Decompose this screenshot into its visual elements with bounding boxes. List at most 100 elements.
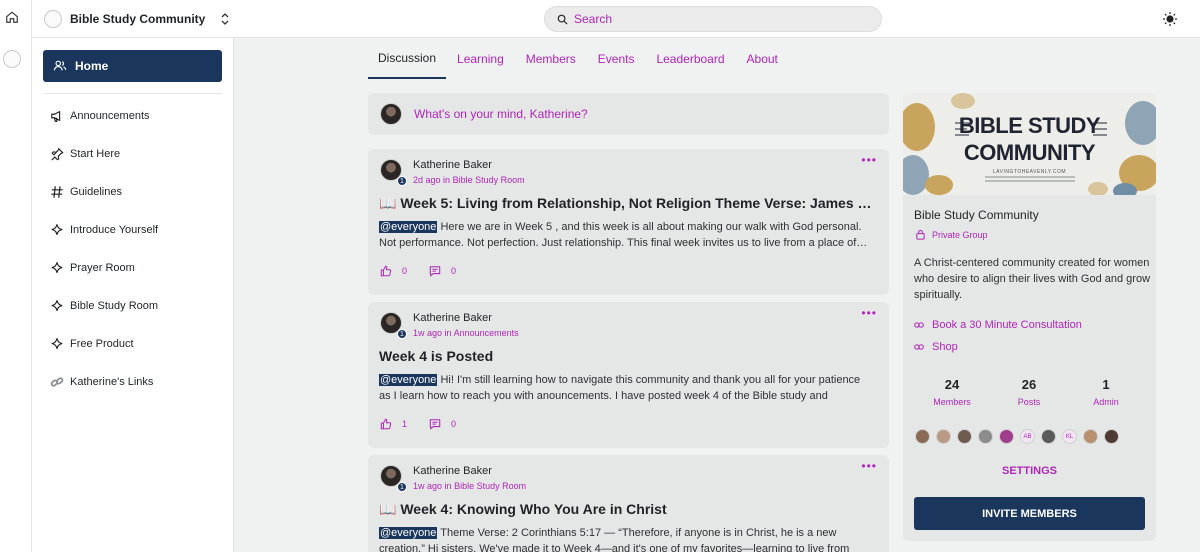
cover-website: LAVINGTOHEAVENLY.COM xyxy=(992,169,1067,175)
member-avatar-initials[interactable]: AB xyxy=(1020,429,1035,444)
more-options-icon[interactable]: ••• xyxy=(861,459,877,473)
tab-discussion[interactable]: Discussion xyxy=(368,38,447,79)
post-title[interactable]: 📖 Week 5: Living from Relationship, Not … xyxy=(379,195,877,212)
comment-icon[interactable] xyxy=(429,418,441,430)
tab-events[interactable]: Events xyxy=(587,38,646,79)
post-title[interactable]: 📖 Week 4: Knowing Who You Are in Christ xyxy=(379,501,877,518)
member-avatar[interactable] xyxy=(999,429,1014,444)
invite-members-button[interactable]: INVITE MEMBERS xyxy=(914,497,1145,530)
stat-members[interactable]: 24 Members xyxy=(922,377,982,407)
sidebar-item-label: Guidelines xyxy=(70,186,122,198)
post-body-text: Here we are in Week 5 , and this week is… xyxy=(379,221,868,249)
thumbs-up-icon[interactable] xyxy=(380,265,392,277)
member-avatar[interactable] xyxy=(957,429,972,444)
tab-learning[interactable]: Learning xyxy=(446,38,515,79)
author-avatar[interactable]: 1 xyxy=(380,312,407,339)
post-card[interactable]: 1 Katherine Baker 1w ago in Announcement… xyxy=(368,302,889,448)
post-meta: 1w ago in Announcements xyxy=(413,328,519,338)
community-tabs: Discussion Learning Members Events Leade… xyxy=(368,38,789,79)
sidebar-item-label: Announcements xyxy=(70,110,150,122)
sidebar-item-home[interactable]: Home xyxy=(43,50,222,82)
search-icon xyxy=(557,14,568,25)
thumbs-up-icon[interactable] xyxy=(380,418,392,430)
tab-about[interactable]: About xyxy=(736,38,789,79)
member-avatar[interactable] xyxy=(1083,429,1098,444)
stat-number: 24 xyxy=(944,377,960,392)
community-logo-icon[interactable] xyxy=(3,50,21,68)
tab-members[interactable]: Members xyxy=(515,38,587,79)
post-author[interactable]: Katherine Baker xyxy=(413,312,492,324)
stat-label: Members xyxy=(933,397,971,407)
sidebar-item-prayer-room[interactable]: Prayer Room xyxy=(50,259,135,277)
stat-number: 26 xyxy=(1021,377,1037,392)
link-consultation[interactable]: Book a 30 Minute Consultation xyxy=(914,319,1082,331)
post-reactions: 1 0 xyxy=(380,418,478,430)
member-avatar[interactable] xyxy=(915,429,930,444)
sidebar-item-label: Katherine's Links xyxy=(70,376,154,388)
settings-button[interactable]: SETTINGS xyxy=(903,465,1156,477)
post-title-text: Week 4 is Posted xyxy=(379,348,494,364)
post-card[interactable]: 1 Katherine Baker 1w ago in Bible Study … xyxy=(368,455,889,552)
sidebar-item-katherines-links[interactable]: Katherine's Links xyxy=(50,373,153,391)
post-title[interactable]: Week 4 is Posted xyxy=(379,348,877,364)
level-badge: 1 xyxy=(397,329,407,339)
post-room[interactable]: Bible Study Room xyxy=(454,481,526,491)
sidebar-item-guidelines[interactable]: Guidelines xyxy=(50,183,122,201)
search-input[interactable] xyxy=(574,12,854,26)
post-meta-in: in xyxy=(443,175,451,185)
post-author[interactable]: Katherine Baker xyxy=(413,159,492,171)
post-room[interactable]: Announcements xyxy=(454,328,519,338)
mention-tag: @everyone xyxy=(379,527,438,539)
book-emoji-icon: 📖 xyxy=(379,195,397,211)
post-composer[interactable]: What's on your mind, Katherine? xyxy=(368,93,889,135)
member-avatar[interactable] xyxy=(1041,429,1056,444)
post-card[interactable]: 1 Katherine Baker 2d ago in Bible Study … xyxy=(368,149,889,295)
more-options-icon[interactable]: ••• xyxy=(861,153,877,167)
community-name: Bible Study Community xyxy=(914,208,1039,222)
post-author[interactable]: Katherine Baker xyxy=(413,465,492,477)
sidebar-item-introduce-yourself[interactable]: Introduce Yourself xyxy=(50,221,158,239)
post-body[interactable]: @everyone Theme Verse: 2 Corinthians 5:1… xyxy=(379,525,869,552)
sidebar-item-label: Free Product xyxy=(70,338,134,350)
cover-title-line2: COMMUNITY xyxy=(963,140,1096,165)
community-name: Bible Study Community xyxy=(70,12,206,26)
sparkle-icon xyxy=(51,338,63,349)
stat-admin[interactable]: 1 Admin xyxy=(1076,377,1136,407)
sidebar-item-announcements[interactable]: Announcements xyxy=(50,107,150,125)
sidebar-item-label: Bible Study Room xyxy=(70,300,159,312)
author-avatar[interactable]: 1 xyxy=(380,159,407,186)
member-avatar-initials[interactable]: KL xyxy=(1062,429,1077,444)
post-body[interactable]: @everyone Hi! I'm still learning how to … xyxy=(379,372,869,404)
post-reactions: 0 0 xyxy=(380,265,478,277)
more-options-icon[interactable]: ••• xyxy=(861,306,877,320)
link-label: Shop xyxy=(932,341,958,353)
comment-icon[interactable] xyxy=(429,265,441,277)
lock-icon xyxy=(916,229,925,240)
post-title-text: Week 5: Living from Relationship, Not Re… xyxy=(400,195,877,211)
stat-label: Posts xyxy=(1017,397,1041,407)
post-time: 1w ago xyxy=(413,328,443,338)
home-icon[interactable] xyxy=(5,10,19,24)
author-avatar[interactable]: 1 xyxy=(380,465,407,492)
privacy-status: Private Group xyxy=(915,229,988,240)
member-avatar[interactable] xyxy=(936,429,951,444)
avatar xyxy=(380,103,402,125)
sparkle-icon xyxy=(51,224,63,235)
member-avatar[interactable] xyxy=(1104,429,1119,444)
post-body[interactable]: @everyone Here we are in Week 5 , and th… xyxy=(379,219,869,251)
sidebar-item-start-here[interactable]: Start Here xyxy=(50,145,120,163)
comment-count: 0 xyxy=(451,419,457,429)
search-bar[interactable] xyxy=(544,6,882,32)
sidebar-item-free-product[interactable]: Free Product xyxy=(50,335,134,353)
post-time: 1w ago xyxy=(413,481,443,491)
stat-posts[interactable]: 26 Posts xyxy=(999,377,1059,407)
member-avatar[interactable] xyxy=(978,429,993,444)
hash-icon xyxy=(51,186,63,198)
sun-icon[interactable] xyxy=(1162,11,1178,27)
post-room[interactable]: Bible Study Room xyxy=(453,175,525,185)
sidebar-item-bible-study-room[interactable]: Bible Study Room xyxy=(50,297,158,315)
link-shop[interactable]: Shop xyxy=(914,341,958,353)
community-switcher[interactable]: Bible Study Community xyxy=(44,8,231,30)
tab-leaderboard[interactable]: Leaderboard xyxy=(645,38,735,79)
post-meta: 2d ago in Bible Study Room xyxy=(413,175,525,185)
